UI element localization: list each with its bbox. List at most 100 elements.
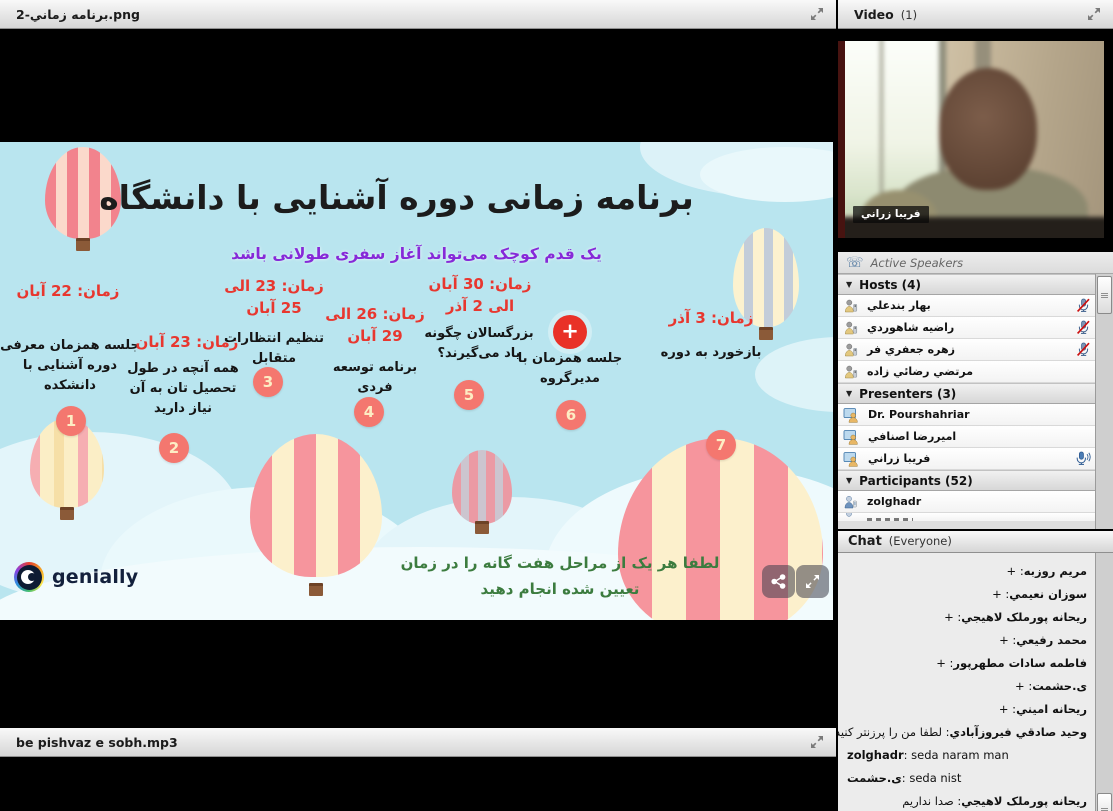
video-count: (1) [901,8,917,22]
chat-text: + [1007,564,1017,578]
chat-message-list: مريم روزبه: + سوزان نعيمي: + ريحانه پورم… [838,553,1096,811]
chevron-down-icon: ▼ [846,476,852,485]
attendee-name: فريبا زراني [868,452,930,465]
mic-muted-icon [1076,342,1091,357]
attendee-row-host[interactable]: راضيه شاهوردي [838,317,1096,339]
hosts-label: Hosts [859,278,897,292]
attendee-row-presenter[interactable]: اميررضا اصنافي [838,426,1096,448]
infographic-title: برنامه زمانی دوره آشنایی با دانشگاه [0,178,793,217]
infographic-footer-note: لطفا هر یک از مراحل هفت گانه را در زمان … [350,550,770,602]
video-pod-fullscreen-icon[interactable] [1083,5,1105,23]
chat-sender: وحيد صادقي فيروزآبادي [950,725,1087,739]
share-button[interactable] [762,565,795,598]
attendee-row-presenter[interactable]: Dr. Pourshahriar [838,404,1096,426]
chat-text: + [999,633,1009,647]
attendee-list: ▼ Hosts (4) بهار بندعلي راضيه شاهوردي زه [838,274,1096,529]
chat-message: محمد رفيعي: + [838,629,1096,652]
fullscreen-icon [804,573,821,590]
chat-scrollbar-thumb[interactable] [1097,793,1112,811]
step-number-badge: 5 [454,380,484,410]
presenter-role-icon [843,407,860,423]
attendee-row-presenter[interactable]: فريبا زراني [838,448,1096,470]
attendee-row-host[interactable]: مرتضي رضائي زاده [838,361,1096,383]
chat-message: ريحانه پورملک لاهيجي: صدا نداریم [838,790,1096,811]
chat-text: + [992,587,1002,601]
section-header-participants[interactable]: ▼ Participants (52) [838,470,1096,491]
audio-pod-titlebar: be pishvaz e sobh.mp3 [0,728,836,757]
chevron-down-icon: ▼ [846,389,852,398]
step-number-badge: 6 [556,400,586,430]
chat-message: سوزان نعيمي: + [838,583,1096,606]
chat-message: ی.حشمت: seda nist [838,767,1096,790]
genially-logo-text: genially [52,566,138,588]
attendee-name: بهار بندعلي [867,299,931,312]
section-header-hosts[interactable]: ▼ Hosts (4) [838,274,1096,295]
audio-pod-title: be pishvaz e sobh.mp3 [16,735,806,750]
phone-icon: ☏ [846,256,864,270]
chat-text: + [1015,679,1025,693]
attendee-row-host[interactable]: زهره جعفري فر [838,339,1096,361]
attendee-row-partial[interactable] [838,513,1096,521]
hot-air-balloon [452,450,512,534]
attendee-row-participant[interactable]: zolghadr [838,491,1096,513]
chat-message: zolghadr: seda naram man [838,744,1096,767]
video-pod: Video (1) فريبا زراني [838,0,1113,250]
video-pod-title: Video [854,7,894,22]
chat-text: + [944,610,954,624]
attendee-name: مرتضي رضائي زاده [867,365,973,378]
section-header-presenters[interactable]: ▼ Presenters (3) [838,383,1096,404]
video-edge-artifact [838,41,845,238]
video-pod-content: فريبا زراني [838,29,1113,250]
chat-message: ی.حشمت: + [838,675,1096,698]
step-number-badge: 3 [253,367,283,397]
step-number-badge: 2 [159,433,189,463]
chat-text: + [999,702,1009,716]
chat-message: ريحانه اميني: + [838,698,1096,721]
chat-sender: مريم روزبه [1024,564,1087,578]
chat-scrollbar[interactable] [1095,553,1113,811]
clipped-name-text [867,518,913,521]
webcam-feed: فريبا زراني [845,41,1104,238]
chat-pod-titlebar: Chat(Everyone) [838,531,1113,553]
step-date: زمان: 3 آذر [650,307,772,329]
step-date: زمان: 26 الی 29 آبان [320,303,430,347]
chat-title: Chat [848,534,882,549]
chevron-down-icon: ▼ [846,280,852,289]
attendee-row-host[interactable]: بهار بندعلي [838,295,1096,317]
attendees-scrollbar[interactable] [1095,274,1113,529]
genially-brand: genially [14,562,138,592]
video-pod-titlebar: Video (1) [838,0,1113,29]
participant-role-icon [843,494,859,510]
fullscreen-button[interactable] [796,565,829,598]
chat-sender: محمد رفيعي [1016,633,1087,647]
mic-muted-icon [1076,320,1091,335]
chat-sender: ريحانه پورملک لاهيجي [961,794,1087,808]
attendee-name: زهره جعفري فر [867,343,955,356]
chat-sender: ی.حشمت [1032,679,1087,693]
meeting-room-screen: برنامه زماني-2.png [0,0,1113,811]
presenter-role-icon [843,429,860,445]
participant-role-icon [843,513,859,521]
host-role-icon [843,298,859,314]
hosts-count: (4) [902,278,921,292]
step-number-badge: 7 [706,430,736,460]
step-description: جلسه همزمان معرفی دوره آشنایی با دانشکده [0,336,140,396]
attendees-scrollbar-thumb[interactable] [1097,276,1112,314]
chat-message: وحيد صادقي فيروزآبادي: لطفا من را پرزنتر… [838,721,1096,744]
step-description: جلسه همزمان با مدیرگروه [506,349,634,389]
audio-pod-fullscreen-icon[interactable] [806,733,828,751]
chat-sender: ريحانه پورملک لاهيجي [961,610,1087,624]
host-role-icon [843,342,859,358]
mic-active-icon [1075,451,1091,466]
chat-message: مريم روزبه: + [838,560,1096,583]
share-pod-title: برنامه زماني-2.png [16,7,806,22]
image-overlay-buttons [762,565,829,598]
infographic-subtitle: یک قدم کوچک می‌تواند آغاز سفری طولانی با… [0,245,833,263]
chat-text: seda naram man [911,748,1009,762]
participants-count: (52) [945,474,973,488]
audio-pod: be pishvaz e sobh.mp3 [0,728,836,757]
attendee-name: اميررضا اصنافي [868,430,956,443]
genially-logo-icon [14,562,44,592]
chat-text: لطفا من را پرزنتر کنید [838,725,942,739]
share-pod-fullscreen-icon[interactable] [806,5,828,23]
